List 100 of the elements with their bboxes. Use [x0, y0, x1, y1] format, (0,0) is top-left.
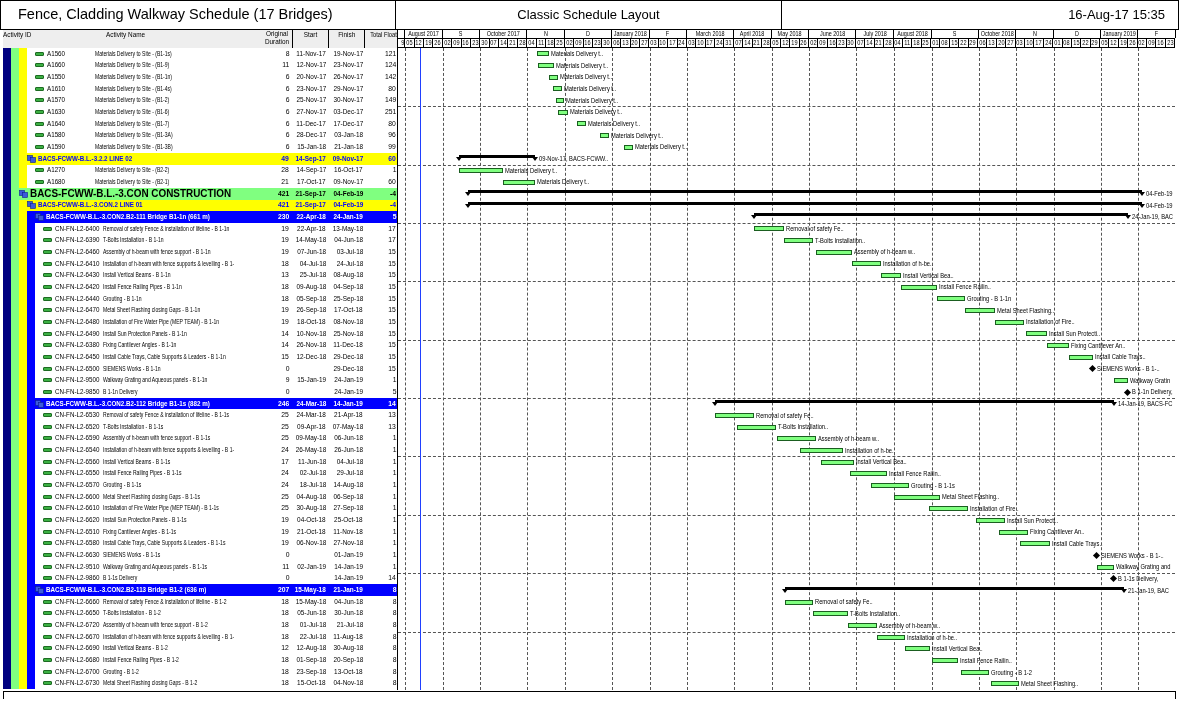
table-cell: 15: [388, 351, 396, 362]
bar-label: 24-Jan-19, BAC: [1131, 213, 1173, 222]
table-cell: 15-Jan-19: [297, 375, 326, 386]
activity-row[interactable]: CN-FN-L2-6530 Removal of safety Fence & installation of lifeline - B 1-1s 25 24-Mar-18 21-Apr-18 13: [3, 409, 397, 421]
activity-row[interactable]: CN-FN-L2-9500 Walkway Grating and Aqueous panels - B 1-1n 9 15-Jan-19 24-Jan-19 1: [3, 374, 397, 387]
bar-label: Walkway Grating and: [1116, 563, 1171, 572]
table-cell: Install Cable Trays, Cable Supports & Leaders - B 1-1s: [103, 538, 226, 549]
table-cell: SIEMENS Works - B 1-1n: [103, 363, 161, 374]
table-cell: 06-Jun-18: [334, 433, 363, 444]
activity-row[interactable]: CN-FN-L2-6430 Install Vertical Beams - B 1-1n 13 25-Jul-18 08-Aug-18 15: [3, 269, 397, 282]
group-row[interactable]: BACS-FCWW-B.L.-3.CON2.B2-113 Bridge B1-2 (636 m) 207 15-May-18 21-Jan-19 8: [27, 584, 397, 596]
table-cell: 04-Feb-19: [333, 188, 363, 199]
table-cell: CN-FN-L2-6430: [55, 270, 100, 281]
month-header: F: [666, 30, 670, 38]
activity-row[interactable]: CN-FN-L2-6460 Assembly of h-beam with fence support - B 1-1n 19 07-Jun-18 03-Jul-18 15: [3, 246, 397, 258]
bar-label: 14-Jan-19, BACS-FC: [1118, 400, 1173, 409]
activity-bar: [1020, 541, 1050, 547]
table-cell: 13: [281, 270, 289, 281]
month-header: F: [1154, 30, 1159, 38]
table-cell: 5: [392, 386, 396, 397]
table-cell: 26-Nov-18: [296, 340, 326, 351]
activity-row[interactable]: A1550 Materials Delivery to Site - (B1-1n) 6 20-Nov-17 26-Nov-17 142: [3, 71, 397, 83]
table-cell: 03-Dec-17: [333, 107, 363, 118]
week-header: 29: [969, 39, 976, 47]
table-cell: Materials Delivery to Site - (B1-3A): [95, 130, 173, 141]
table-cell: 25: [281, 410, 289, 421]
activity-row[interactable]: CN-FN-L2-6630 SIEMENS Works - B 1-1s 0 01-Jan-19 1: [3, 549, 397, 561]
table-cell: 15: [388, 293, 396, 304]
activity-row[interactable]: A1680 Materials Delivery to Site - (B2-1) 21 17-Oct-17 09-Nov-17 60: [3, 176, 397, 188]
table-cell: 25-Sep-18: [333, 293, 363, 304]
bar-label: 09-Nov-17, BACS-FCWW..: [539, 155, 609, 163]
activity-row[interactable]: CN-FN-L2-6690 Install Vertical Beams - B 1-2 12 12-Aug-18 30-Aug-18 8: [3, 642, 397, 655]
week-header: 17: [1035, 39, 1042, 47]
bar-label: Materials Delivery t..: [550, 50, 604, 58]
activity-row[interactable]: CN-FN-L2-6540 Installation of h-beam with fence supports & levelling - B 1- 24 26-May-18 26-Jun-18 1: [3, 444, 397, 456]
table-cell: 04-Jul-18: [299, 258, 326, 269]
activity-row[interactable]: A1630 Materials Delivery to Site - (B1-6) 6 27-Nov-17 03-Dec-17 251: [3, 106, 397, 118]
week-header: 10: [659, 39, 667, 47]
activity-bar: [931, 658, 959, 664]
week-header: 19: [1119, 39, 1127, 47]
group-row[interactable]: BACS-FCWW-B.L.-3.CON2.B2-111 Bridge B1-1n (661 m) 230 22-Apr-18 24-Jan-19 5: [27, 211, 397, 223]
table-cell: 22-Apr-18: [296, 212, 326, 222]
table-cell: T-Bolts Installation - B 1-2: [103, 608, 161, 619]
week-header: 01: [932, 39, 939, 47]
activity-row[interactable]: CN-FN-L2-6570 Grouting - B 1-1s 24 18-Jul-18 14-Aug-18 1: [3, 479, 397, 491]
table-cell: CN-FN-L2-6680: [55, 654, 100, 665]
table-cell: 10-Nov-18: [296, 328, 326, 339]
activity-row[interactable]: CN-FN-L2-6680 Install Fence Railing Pipes - B 1-2 18 01-Sep-18 20-Sep-18 8: [3, 654, 397, 666]
stacked-squares-icon: [27, 154, 36, 163]
activity-row[interactable]: CN-FN-L2-6420 Install Fence Railing Pipes - B 1-1n 18 09-Aug-18 04-Sep-18 15: [3, 281, 397, 293]
activity-row[interactable]: CN-FN-L2-6480 Installation of Fire Water Pipe (MEP TEAM) - B 1-1n 19 18-Oct-18 08-Nov-18 15: [3, 316, 397, 328]
activity-bar: [624, 144, 634, 150]
table-cell: 23-Sep-18: [296, 666, 326, 677]
activity-bar: [816, 249, 853, 255]
table-cell: Install Cable Trays, Cable Supports & Leaders - B 1-1n: [103, 351, 226, 362]
table-cell: 30-Aug-18: [333, 643, 363, 654]
table-cell: CN-FN-L2-9510: [55, 561, 100, 572]
activity-row[interactable]: CN-FN-L2-6730 Metal Sheet Flashing closing Gaps - B 1-2 18 15-Oct-18 04-Nov-18 8: [3, 677, 397, 690]
table-cell: 24: [281, 480, 289, 491]
table-cell: 30-Aug-18: [296, 503, 326, 514]
week-header: 06: [979, 39, 986, 47]
table-cell: 21-Sep-17: [295, 200, 326, 211]
table-cell: CN-FN-L2-6650: [55, 608, 100, 619]
table-cell: Grouting - B 1-1s: [103, 480, 142, 491]
table-cell: A1660: [47, 60, 66, 71]
table-cell: 1: [392, 375, 396, 386]
week-header: 30: [603, 39, 610, 47]
table-cell: 18: [281, 631, 289, 642]
week-header: 06: [612, 39, 620, 47]
table-cell: 04-Aug-18: [296, 491, 326, 502]
stacked-squares-icon: [27, 201, 36, 210]
table-cell: 04-Jun-18: [334, 596, 363, 607]
table-cell: 17: [281, 456, 289, 467]
activity-row[interactable]: A1560 Materials Delivery to Site - (B1-1s) 8 11-Nov-17 19-Nov-17 121: [3, 48, 397, 60]
table-cell: 18-Oct-18: [297, 316, 326, 327]
activity-row[interactable]: CN-FN-L2-6380 Fixing Cantilever Angles - B 1-1n 14 26-Nov-18 11-Dec-18 15: [3, 339, 397, 352]
week-header: 15: [1073, 39, 1080, 47]
activity-row[interactable]: CN-FN-L2-9850 B 1-1n Delivery 0 24-Jan-19 5: [3, 386, 397, 398]
table-cell: 25: [281, 433, 289, 444]
table-cell: 18: [281, 608, 289, 619]
activity-row[interactable]: CN-FN-L2-6450 Install Cable Trays, Cable Supports & Leaders - B 1-1n 15 12-Dec-18 29-Dec-18 15: [3, 351, 397, 363]
activity-bar: [800, 448, 843, 454]
month-header: N: [1032, 30, 1037, 38]
bar-label: Removal of safety Fe..: [785, 225, 844, 234]
table-cell: 29-Dec-18: [333, 363, 363, 374]
bar-label: T-Bolts Installation..: [777, 423, 829, 432]
week-header: 07: [734, 39, 742, 47]
activity-row[interactable]: CN-FN-L2-6520 T-Bolts Installation - B 1-1s 25 09-Apr-18 07-May-18 13: [3, 421, 397, 433]
activity-row[interactable]: CN-FN-L2-6620 Install Sun Protection Panels - B 1-1s 19 04-Oct-18 25-Oct-18 1: [3, 514, 397, 526]
activity-row[interactable]: A1590 Materials Delivery to Site - (B1-3B) 6 15-Jan-18 21-Jan-18 99: [3, 141, 397, 153]
activity-bar: [558, 109, 568, 115]
table-cell: 6: [285, 107, 289, 118]
table-cell: A1680: [47, 177, 66, 188]
bar-label: B 1-1s Delivery,: [1118, 575, 1159, 584]
week-header: 13: [622, 39, 629, 47]
table-cell: 13-May-18: [332, 223, 363, 234]
table-cell: 26-Sep-18: [296, 305, 326, 316]
activity-row[interactable]: CN-FN-L2-6720 Assembly of h-beam with fence support - B 1-2 18 01-Jul-18 21-Jul-18 8: [3, 619, 397, 631]
activity-row[interactable]: CN-FN-L2-6470 Metal Sheet Flashing closing Gaps - B 1-1n 19 26-Sep-18 17-Oct-18 15: [3, 304, 397, 317]
activity-bar: [928, 506, 968, 512]
